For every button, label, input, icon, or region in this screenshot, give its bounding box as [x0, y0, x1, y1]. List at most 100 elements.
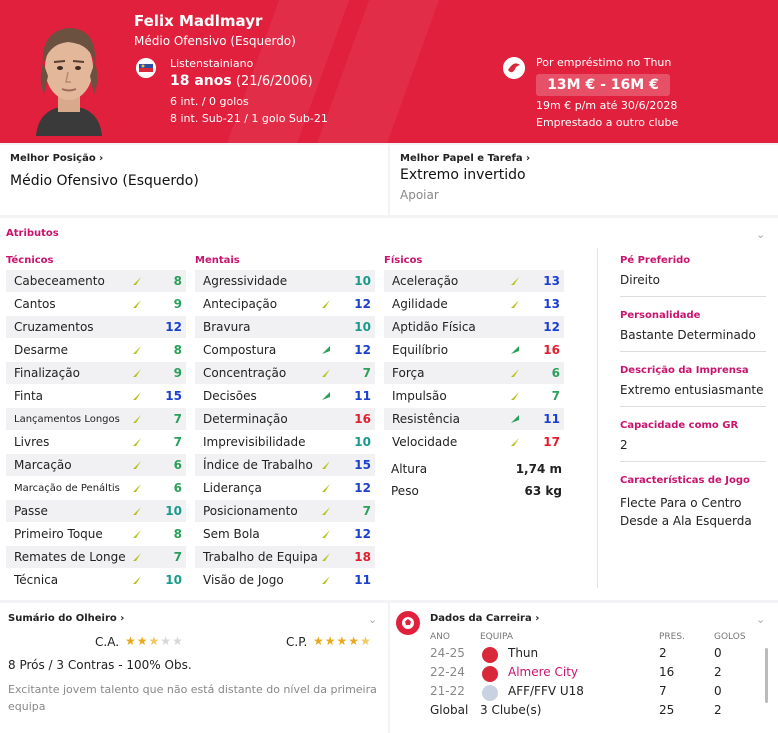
attribute-row[interactable]: Resistência 11 [384, 408, 564, 430]
attribute-row[interactable]: Índice de Trabalho 15 [195, 454, 375, 476]
star-icon: ★ [324, 634, 337, 648]
attribute-name: Resistência [392, 412, 460, 426]
potential-ability-stars: ★★★★★ [313, 634, 372, 648]
attribute-row[interactable]: Agilidade 13 [384, 293, 564, 315]
attribute-row[interactable]: Desarme 8 [6, 339, 186, 361]
attribute-name: Imprevisibilidade [203, 435, 306, 449]
attribute-row[interactable]: Sem Bola 12 [195, 523, 375, 545]
attribute-row[interactable]: Passe 10 [6, 500, 186, 522]
attribute-row[interactable]: Impulsão 7 [384, 385, 564, 407]
scrollbar[interactable] [765, 648, 768, 703]
arrow-down-icon [322, 484, 330, 492]
attribute-name: Agilidade [392, 297, 448, 311]
attribute-value: 12 [354, 343, 371, 357]
attribute-name: Velocidade [392, 435, 458, 449]
attribute-row[interactable]: Determinação 16 [195, 408, 375, 430]
star-icon: ★ [136, 634, 149, 648]
attribute-row[interactable]: Primeiro Toque 8 [6, 523, 186, 545]
arrow-down-icon [133, 346, 141, 354]
attribute-row[interactable]: Antecipação 12 [195, 293, 375, 315]
attribute-value: 18 [354, 550, 371, 564]
attribute-name: Antecipação [203, 297, 278, 311]
attribute-row[interactable]: Força 6 [384, 362, 564, 384]
attribute-name: Passe [14, 504, 48, 518]
star-icon: ★ [160, 634, 173, 648]
career-link[interactable]: Dados da Carreira › [430, 613, 539, 624]
attribute-row[interactable]: Finta 15 [6, 385, 186, 407]
attribute-row[interactable]: Trabalho de Equipa 18 [195, 546, 375, 568]
attribute-row[interactable]: Concentração 7 [195, 362, 375, 384]
attribute-row[interactable]: Visão de Jogo 11 [195, 569, 375, 591]
attribute-name: Índice de Trabalho [203, 458, 313, 472]
chevron-down-icon[interactable]: ⌄ [756, 613, 765, 626]
attribute-row[interactable]: Posicionamento 7 [195, 500, 375, 522]
attribute-row[interactable]: Marcação de Penáltis 6 [6, 477, 186, 499]
tecnicos-title: Técnicos [6, 255, 54, 266]
attribute-value: 12 [165, 320, 182, 334]
career-goals-header: GOLOS [714, 632, 746, 642]
attribute-row[interactable]: Cantos 9 [6, 293, 186, 315]
attribute-row[interactable]: Aceleração 13 [384, 270, 564, 292]
youth-caps: 8 int. Sub-21 / 1 golo Sub-21 [170, 112, 328, 125]
career-team-cell[interactable]: AFF/FFV U18 [508, 684, 584, 698]
attribute-row[interactable]: Decisões 11 [195, 385, 375, 407]
career-team-cell[interactable]: 3 Clube(s) [480, 703, 541, 717]
attributes-panel: Atributos ⌄ Técnicos Mentais Físicos Cab… [0, 218, 778, 600]
preferred-foot-value: Direito [620, 273, 661, 287]
career-team-cell[interactable]: Almere City [508, 665, 578, 679]
attribute-row[interactable]: Compostura 12 [195, 339, 375, 361]
best-position-link[interactable]: Melhor Posição › [10, 153, 103, 164]
attribute-name: Liderança [203, 481, 262, 495]
attribute-value: 16 [543, 343, 560, 357]
attribute-name: Posicionamento [203, 504, 298, 518]
club-crest-icon[interactable] [482, 647, 498, 663]
attribute-row[interactable]: Remates de Longe 7 [6, 546, 186, 568]
arrow-down-icon [133, 300, 141, 308]
arrow-down-icon [133, 553, 141, 561]
arrow-down-icon [133, 392, 141, 400]
attribute-row[interactable]: Agressividade 10 [195, 270, 375, 292]
thun-club-icon[interactable] [503, 57, 525, 79]
attribute-row[interactable]: Bravura 10 [195, 316, 375, 338]
attribute-value: 17 [543, 435, 560, 449]
club-crest-icon[interactable] [482, 685, 498, 701]
attribute-row[interactable]: Lançamentos Longos 7 [6, 408, 186, 430]
arrow-down-icon [133, 507, 141, 515]
attribute-value: 13 [543, 297, 560, 311]
height-value: 1,74 m [515, 462, 562, 476]
career-year-cell: 21-22 [430, 684, 465, 698]
attribute-row[interactable]: Finalização 9 [6, 362, 186, 384]
mentais-title: Mentais [195, 255, 240, 266]
attribute-row[interactable]: Técnica 10 [6, 569, 186, 591]
attribute-name: Marcação de Penáltis [14, 483, 120, 494]
attribute-row[interactable]: Velocidade 17 [384, 431, 564, 453]
attribute-row[interactable]: Marcação 6 [6, 454, 186, 476]
career-team-cell[interactable]: Thun [508, 646, 538, 660]
career-apps-cell: 25 [659, 703, 675, 717]
attribute-row[interactable]: Aptidão Física 12 [384, 316, 564, 338]
star-icon: ★ [360, 634, 372, 648]
attribute-row[interactable]: Liderança 12 [195, 477, 375, 499]
attribute-value: 10 [354, 274, 371, 288]
best-role-link[interactable]: Melhor Papel e Tarefa › [400, 153, 530, 164]
personality-title: Personalidade [620, 310, 701, 321]
chevron-down-icon[interactable]: ⌄ [368, 613, 377, 626]
attribute-name: Força [392, 366, 425, 380]
attribute-value: 12 [354, 481, 371, 495]
potential-ability-label: C.P. [286, 635, 308, 649]
arrow-down-icon [322, 530, 330, 538]
career-apps-cell: 2 [659, 646, 667, 660]
attribute-value: 12 [543, 320, 560, 334]
divider [620, 406, 766, 407]
attribute-name: Remates de Longe [14, 550, 126, 564]
attribute-value: 11 [543, 412, 560, 426]
attribute-row[interactable]: Cruzamentos 12 [6, 316, 186, 338]
career-icon [396, 611, 420, 635]
attribute-row[interactable]: Imprevisibilidade 10 [195, 431, 375, 453]
attribute-row[interactable]: Equilíbrio 16 [384, 339, 564, 361]
attribute-row[interactable]: Cabeceamento 8 [6, 270, 186, 292]
attribute-row[interactable]: Livres 7 [6, 431, 186, 453]
chevron-down-icon[interactable]: ⌄ [756, 228, 765, 241]
scout-summary-link[interactable]: Sumário do Olheiro › [8, 613, 124, 624]
club-crest-icon[interactable] [482, 666, 498, 682]
